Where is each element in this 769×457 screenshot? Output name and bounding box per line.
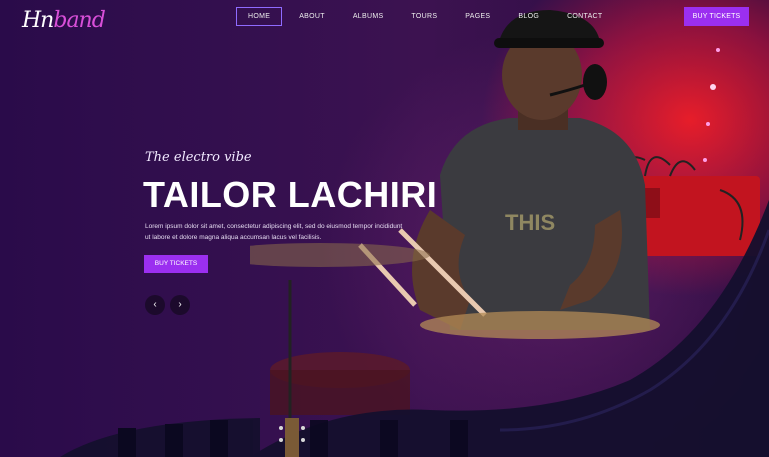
stage-light	[703, 158, 707, 162]
nav-item-albums[interactable]: ALBUMS	[342, 7, 395, 26]
hero-description: Lorem ipsum dolor sit amet, consectetur …	[145, 223, 403, 241]
guitar-neck	[285, 418, 299, 457]
hero-section: THIS Hnband HOME ABOUT ALBUMS TOURS PAGE…	[0, 0, 769, 457]
nav-item-home[interactable]: HOME	[236, 7, 283, 26]
chevron-right-icon: ›	[178, 299, 182, 310]
slider-next-button[interactable]: ›	[170, 295, 190, 315]
wave-left	[60, 418, 260, 457]
logo-accent-text: band	[53, 8, 105, 33]
hero-tagline: The electro vibe	[145, 150, 252, 165]
shirt-print: THIS	[505, 210, 555, 235]
stage-light	[710, 84, 716, 90]
header-buy-tickets-button[interactable]: BUY TICKETS	[684, 7, 749, 26]
nav-item-about[interactable]: ABOUT	[288, 7, 336, 26]
main-nav: HOME ABOUT ALBUMS TOURS PAGES BLOG CONTA…	[236, 7, 619, 26]
cymbal-left	[250, 243, 430, 267]
drummer-cap-brim	[494, 38, 604, 48]
nav-item-pages[interactable]: PAGES	[454, 7, 501, 26]
slider-prev-button[interactable]: ‹	[145, 295, 165, 315]
nav-item-blog[interactable]: BLOG	[507, 7, 550, 26]
stage-light	[706, 122, 710, 126]
stage-light	[716, 48, 720, 52]
hero-buy-tickets-button[interactable]: BUY TICKETS	[144, 255, 208, 273]
brand-logo[interactable]: Hnband	[22, 6, 106, 36]
hero-headline: TAILOR LACHIRI	[143, 174, 438, 215]
cymbal-right	[420, 311, 660, 339]
nav-item-tours[interactable]: TOURS	[400, 7, 448, 26]
logo-main-text: Hn	[22, 8, 54, 33]
chevron-left-icon: ‹	[153, 299, 157, 310]
nav-item-contact[interactable]: CONTACT	[556, 7, 613, 26]
headphone-icon	[583, 64, 607, 100]
